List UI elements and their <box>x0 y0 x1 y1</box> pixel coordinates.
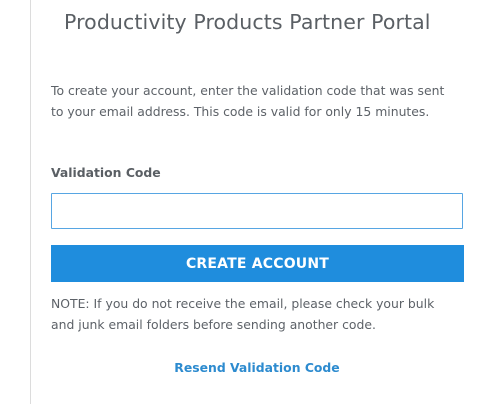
resend-validation-code-link[interactable]: Resend Validation Code <box>51 360 463 375</box>
instructions-text: To create your account, enter the valida… <box>51 83 445 119</box>
validation-code-label: Validation Code <box>51 165 161 180</box>
create-account-button[interactable]: CREATE ACCOUNT <box>51 245 464 282</box>
page-title: Productivity Products Partner Portal <box>64 10 431 34</box>
validation-code-input[interactable] <box>51 193 463 229</box>
panel-left-border <box>30 0 31 404</box>
email-note-text: NOTE: If you do not receive the email, p… <box>51 296 435 332</box>
